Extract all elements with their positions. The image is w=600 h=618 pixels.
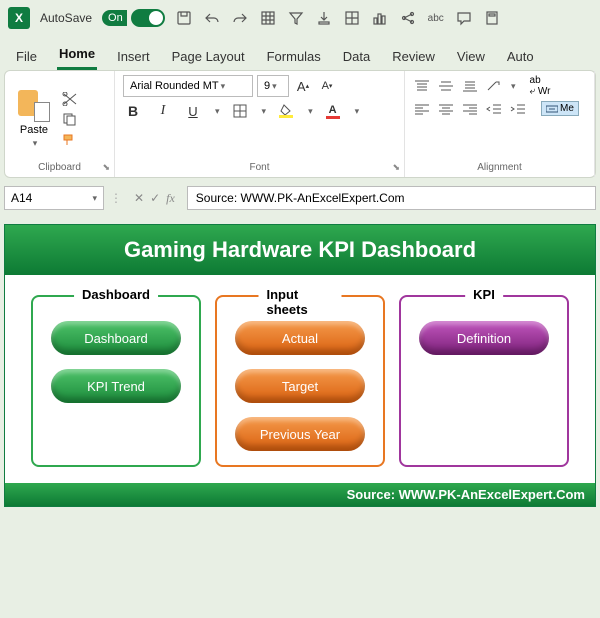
redo-icon[interactable]	[231, 9, 249, 27]
filter-icon[interactable]	[287, 9, 305, 27]
tab-view[interactable]: View	[455, 43, 487, 70]
align-left-icon[interactable]	[413, 102, 431, 116]
borders-icon[interactable]	[343, 9, 361, 27]
format-painter-icon[interactable]	[61, 132, 79, 146]
align-middle-icon[interactable]	[437, 79, 455, 93]
btn-definition[interactable]: Definition	[419, 321, 549, 355]
formula-input[interactable]: Source: WWW.PK-AnExcelExpert.Com	[187, 186, 596, 210]
btn-dashboard[interactable]: Dashboard	[51, 321, 181, 355]
dashboard-footer: Source: WWW.PK-AnExcelExpert.Com	[5, 483, 595, 506]
save-icon[interactable]	[175, 9, 193, 27]
title-bar: X AutoSave On abc	[0, 0, 600, 36]
tab-insert[interactable]: Insert	[115, 43, 152, 70]
worksheet-content: Gaming Hardware KPI Dashboard Dashboard …	[4, 224, 596, 507]
undo-icon[interactable]	[203, 9, 221, 27]
spell-icon[interactable]: abc	[427, 9, 445, 27]
accept-formula-icon[interactable]: ✓	[150, 191, 160, 205]
wrap-text-button[interactable]: ab⤶ Wr	[530, 75, 551, 97]
alignment-group: ▾ ab⤶ Wr Me Alignment	[405, 71, 595, 177]
fill-color-button[interactable]	[276, 101, 296, 121]
paste-button[interactable]: Paste ▾	[13, 88, 55, 149]
tab-formulas[interactable]: Formulas	[265, 43, 323, 70]
autosave-label: AutoSave	[40, 11, 92, 25]
dashboard-title: Gaming Hardware KPI Dashboard	[5, 225, 595, 275]
align-top-icon[interactable]	[413, 79, 431, 93]
share-icon[interactable]	[399, 9, 417, 27]
paste-icon	[18, 88, 50, 122]
font-size-combo[interactable]: 9▾	[257, 75, 289, 97]
fx-icon[interactable]: fx	[166, 191, 175, 206]
merge-center-button[interactable]: Me	[541, 101, 579, 116]
font-name-combo[interactable]: Arial Rounded MT▾	[123, 75, 253, 97]
align-bottom-icon[interactable]	[461, 79, 479, 93]
align-center-icon[interactable]	[437, 102, 455, 116]
touch-icon[interactable]	[315, 9, 333, 27]
calculator-icon[interactable]	[483, 9, 501, 27]
panel-kpi: KPI Definition	[399, 295, 569, 467]
chart-icon[interactable]	[371, 9, 389, 27]
increase-font-icon[interactable]: A▴	[293, 76, 313, 96]
cut-icon[interactable]	[61, 92, 79, 106]
autosave-state: On	[102, 10, 127, 26]
underline-button[interactable]: U	[183, 101, 203, 121]
borders-button[interactable]	[230, 101, 250, 121]
font-group: Arial Rounded MT▾ 9▾ A▴ A▾ B I U ▾ ▾ ▾ A…	[115, 71, 405, 177]
clipboard-group: Paste ▾ Clipboard ⬊	[5, 71, 115, 177]
autosave-toggle[interactable]	[131, 9, 165, 27]
btn-actual[interactable]: Actual	[235, 321, 365, 355]
btn-target[interactable]: Target	[235, 369, 365, 403]
italic-button[interactable]: I	[153, 101, 173, 121]
panel-label: Dashboard	[74, 287, 158, 302]
chevron-down-icon: ▾	[33, 138, 38, 149]
font-group-label: Font	[123, 162, 396, 175]
ribbon-tabs: File Home Insert Page Layout Formulas Da…	[0, 36, 600, 70]
panel-label: Input sheets	[259, 287, 342, 317]
orientation-icon[interactable]	[485, 79, 503, 93]
dialog-launcher-icon[interactable]: ⬊	[102, 162, 110, 173]
tab-automate[interactable]: Auto	[505, 43, 536, 70]
alignment-group-label: Alignment	[413, 162, 586, 175]
panel-dashboard: Dashboard Dashboard KPI Trend	[31, 295, 201, 467]
btn-kpi-trend[interactable]: KPI Trend	[51, 369, 181, 403]
tab-file[interactable]: File	[14, 43, 39, 70]
formula-bar: A14▾ ⋮ ✕ ✓ fx Source: WWW.PK-AnExcelExpe…	[4, 184, 596, 212]
align-right-icon[interactable]	[461, 102, 479, 116]
increase-indent-icon[interactable]	[509, 102, 527, 116]
panel-label: KPI	[465, 287, 503, 302]
panel-input-sheets: Input sheets Actual Target Previous Year	[215, 295, 385, 467]
name-box[interactable]: A14▾	[4, 186, 104, 210]
tab-home[interactable]: Home	[57, 40, 97, 70]
clipboard-group-label: Clipboard	[13, 162, 106, 175]
excel-logo-icon: X	[8, 7, 30, 29]
tab-data[interactable]: Data	[341, 43, 372, 70]
dialog-launcher-icon[interactable]: ⬊	[392, 162, 400, 173]
font-color-button[interactable]: A	[323, 101, 343, 121]
decrease-font-icon[interactable]: A▾	[317, 76, 337, 96]
tab-page-layout[interactable]: Page Layout	[170, 43, 247, 70]
table-icon[interactable]	[259, 9, 277, 27]
bold-button[interactable]: B	[123, 101, 143, 121]
comment-icon[interactable]	[455, 9, 473, 27]
cancel-formula-icon[interactable]: ✕	[134, 191, 144, 205]
tab-review[interactable]: Review	[390, 43, 437, 70]
decrease-indent-icon[interactable]	[485, 102, 503, 116]
ribbon: Paste ▾ Clipboard ⬊ Arial Rounded MT▾ 9▾…	[4, 70, 596, 178]
btn-previous-year[interactable]: Previous Year	[235, 417, 365, 451]
copy-icon[interactable]	[61, 112, 79, 126]
